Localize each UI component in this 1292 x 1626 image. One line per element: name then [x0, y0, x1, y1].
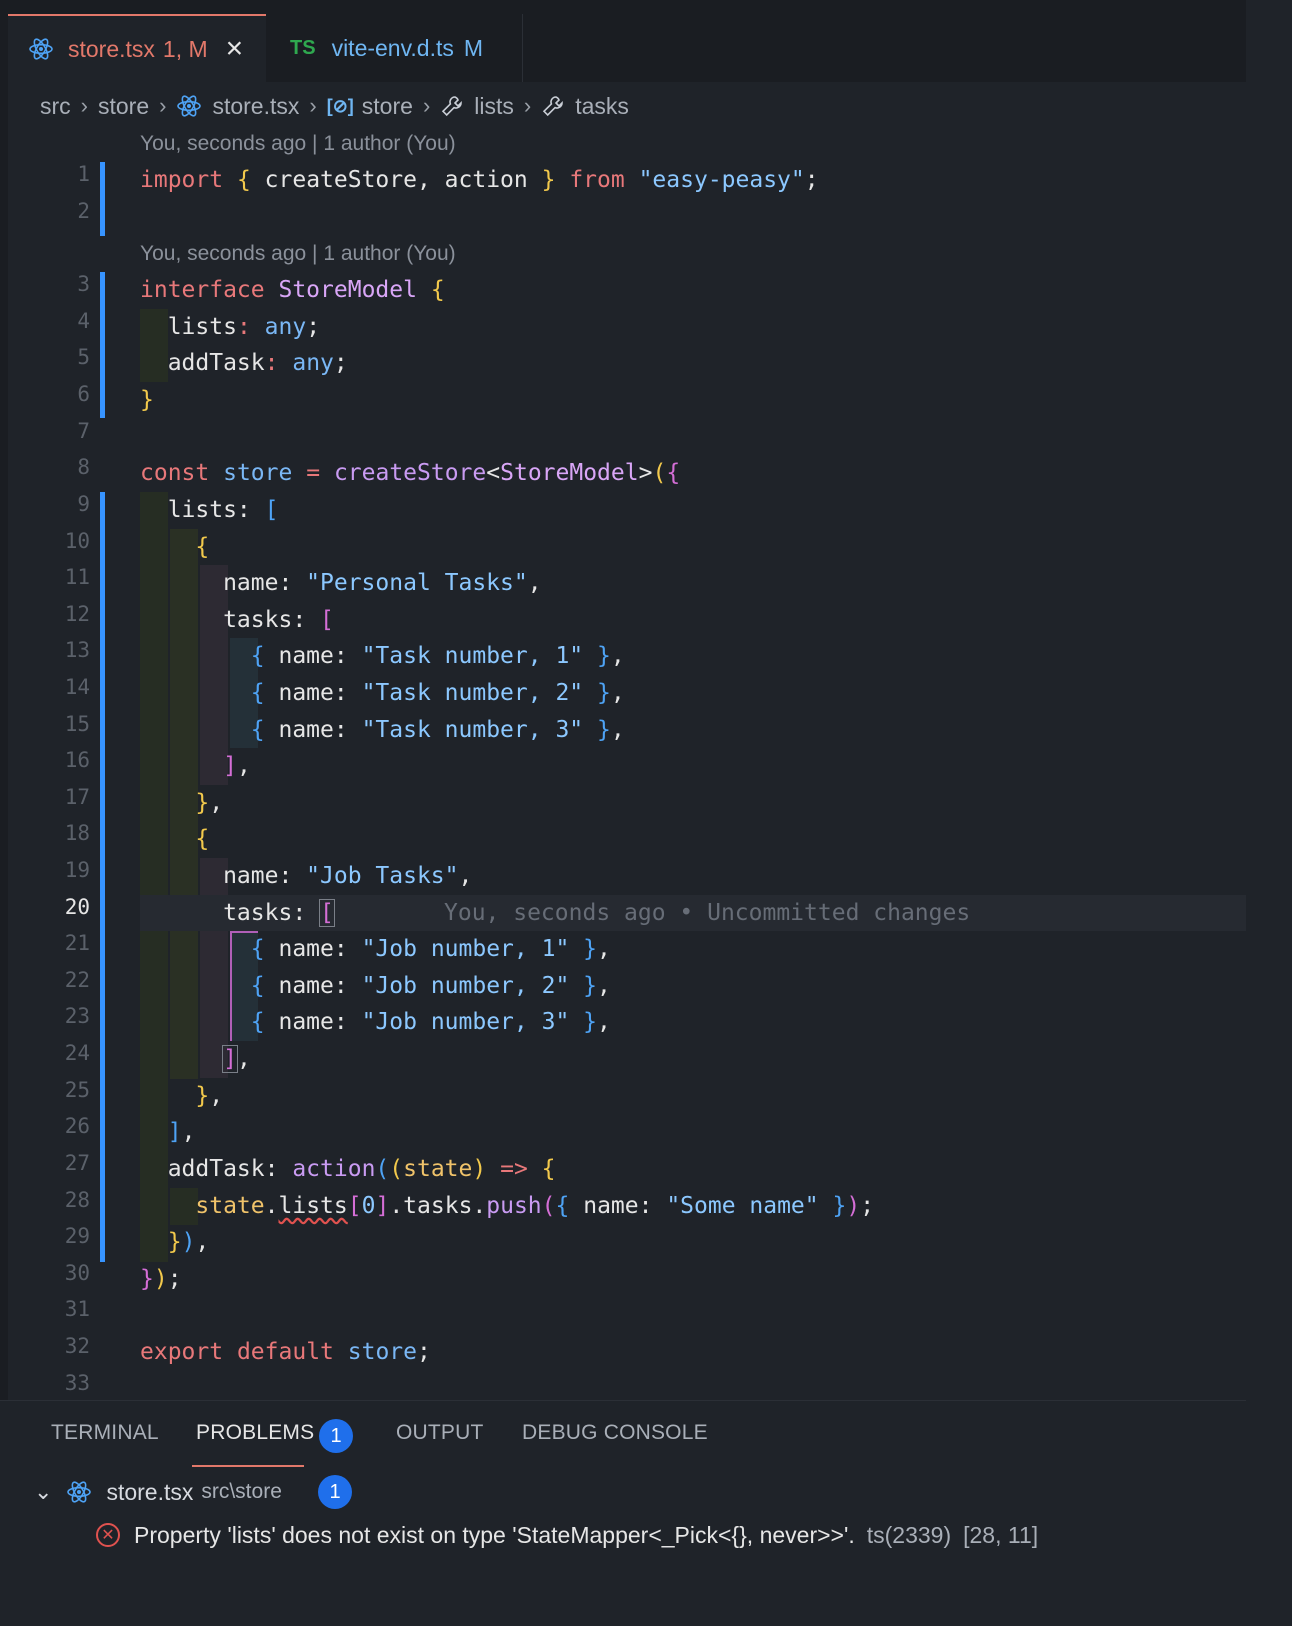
- line-number[interactable]: 11: [0, 565, 90, 589]
- git-modified-gutter[interactable]: [100, 272, 105, 418]
- line-number[interactable]: 9: [0, 492, 90, 516]
- chevron-down-icon[interactable]: ⌄: [34, 1479, 52, 1505]
- problem-file-name: store.tsx: [106, 1478, 194, 1505]
- line-number[interactable]: 21: [0, 931, 90, 955]
- code-line-6[interactable]: }: [140, 382, 154, 418]
- code-line-25[interactable]: },: [140, 1078, 223, 1114]
- line-number[interactable]: 10: [0, 529, 90, 553]
- line-number[interactable]: 13: [0, 638, 90, 662]
- code-line-10[interactable]: {: [140, 529, 209, 565]
- code-line-24[interactable]: ],: [140, 1041, 251, 1077]
- line-number[interactable]: 26: [0, 1114, 90, 1138]
- git-modified-gutter[interactable]: [100, 162, 105, 236]
- codelens-blame[interactable]: You, seconds ago | 1 author (You): [140, 132, 456, 156]
- panel-tab-output[interactable]: OUTPUT: [396, 1421, 484, 1445]
- react-icon: [66, 1479, 92, 1505]
- line-number[interactable]: 31: [0, 1297, 90, 1321]
- code-editor[interactable]: You, seconds ago | 1 author (You) You, s…: [0, 0, 1246, 1400]
- line-number[interactable]: 33: [0, 1371, 90, 1395]
- line-number[interactable]: 17: [0, 785, 90, 809]
- code-line-19[interactable]: name: "Job Tasks",: [140, 858, 472, 894]
- line-number[interactable]: 24: [0, 1041, 90, 1065]
- panel-tab-problems[interactable]: PROBLEMS: [196, 1421, 314, 1445]
- line-number[interactable]: 22: [0, 968, 90, 992]
- code-line-32[interactable]: export default store;: [140, 1334, 431, 1370]
- problem-file-row[interactable]: ⌄ store.tsx src\store: [34, 1475, 282, 1509]
- line-number[interactable]: 16: [0, 748, 90, 772]
- code-line-21[interactable]: { name: "Job number, 1" },: [140, 931, 611, 967]
- problem-item[interactable]: ✕ Property 'lists' does not exist on typ…: [96, 1518, 1038, 1552]
- error-position: [28, 11]: [963, 1521, 1039, 1548]
- line-number[interactable]: 19: [0, 858, 90, 882]
- error-icon: ✕: [96, 1523, 120, 1547]
- code-line-20[interactable]: tasks: [: [140, 895, 335, 931]
- line-number[interactable]: 30: [0, 1261, 90, 1285]
- line-number[interactable]: 28: [0, 1188, 90, 1212]
- line-number[interactable]: 32: [0, 1334, 90, 1358]
- line-number[interactable]: 25: [0, 1078, 90, 1102]
- line-number[interactable]: 2: [0, 199, 90, 223]
- code-line-14[interactable]: { name: "Task number, 2" },: [140, 675, 625, 711]
- code-line-11[interactable]: name: "Personal Tasks",: [140, 565, 542, 601]
- code-line-5[interactable]: addTask: any;: [140, 345, 348, 381]
- panel-tab-debug-console[interactable]: DEBUG CONSOLE: [522, 1421, 708, 1445]
- code-line-13[interactable]: { name: "Task number, 1" },: [140, 638, 625, 674]
- git-modified-gutter[interactable]: [100, 492, 105, 1262]
- line-number[interactable]: 29: [0, 1224, 90, 1248]
- inline-blame-annotation: You, seconds ago • Uncommitted changes: [444, 900, 971, 926]
- line-number[interactable]: 12: [0, 602, 90, 626]
- line-number[interactable]: 27: [0, 1151, 90, 1175]
- line-number[interactable]: 15: [0, 712, 90, 736]
- code-line-8[interactable]: const store = createStore<StoreModel>({: [140, 455, 680, 491]
- code-line-3[interactable]: interface StoreModel {: [140, 272, 445, 308]
- line-number[interactable]: 1: [0, 162, 90, 186]
- code-line-12[interactable]: tasks: [: [140, 602, 334, 638]
- line-number-active[interactable]: 20: [0, 895, 90, 919]
- problems-count-badge: 1: [319, 1419, 353, 1453]
- line-number[interactable]: 18: [0, 821, 90, 845]
- line-number[interactable]: 7: [0, 419, 90, 443]
- code-line-17[interactable]: },: [140, 785, 223, 821]
- code-line-30[interactable]: });: [140, 1261, 182, 1297]
- problem-file-path: src\store: [201, 1480, 282, 1503]
- file-problem-count-badge: 1: [318, 1475, 352, 1509]
- code-line-22[interactable]: { name: "Job number, 2" },: [140, 968, 611, 1004]
- code-line-18[interactable]: {: [140, 821, 209, 857]
- code-line-15[interactable]: { name: "Task number, 3" },: [140, 712, 625, 748]
- line-number[interactable]: 3: [0, 272, 90, 296]
- code-line-9[interactable]: lists: [: [140, 492, 279, 528]
- line-number[interactable]: 8: [0, 455, 90, 479]
- code-line-28[interactable]: state.lists[0].tasks.push({ name: "Some …: [140, 1188, 874, 1224]
- panel-tab-terminal[interactable]: TERMINAL: [51, 1421, 159, 1445]
- line-number[interactable]: 6: [0, 382, 90, 406]
- error-message: Property 'lists' does not exist on type …: [134, 1521, 855, 1548]
- line-number[interactable]: 14: [0, 675, 90, 699]
- line-number[interactable]: 5: [0, 345, 90, 369]
- line-number[interactable]: 4: [0, 309, 90, 333]
- code-line-26[interactable]: ],: [140, 1114, 196, 1150]
- code-line-29[interactable]: }),: [140, 1224, 210, 1260]
- bottom-panel: TERMINAL PROBLEMS 1 OUTPUT DEBUG CONSOLE…: [0, 1400, 1246, 1569]
- code-line-27[interactable]: addTask: action((state) => {: [140, 1151, 556, 1187]
- code-line-16[interactable]: ],: [140, 748, 251, 784]
- line-number[interactable]: 23: [0, 1004, 90, 1028]
- code-line-23[interactable]: { name: "Job number, 3" },: [140, 1004, 611, 1040]
- codelens-blame[interactable]: You, seconds ago | 1 author (You): [140, 242, 456, 266]
- code-line-4[interactable]: lists: any;: [140, 309, 320, 345]
- error-code: ts(2339): [866, 1521, 952, 1548]
- active-tab-indicator: [192, 1465, 304, 1467]
- code-line-1[interactable]: import { createStore, action } from "eas…: [140, 162, 819, 198]
